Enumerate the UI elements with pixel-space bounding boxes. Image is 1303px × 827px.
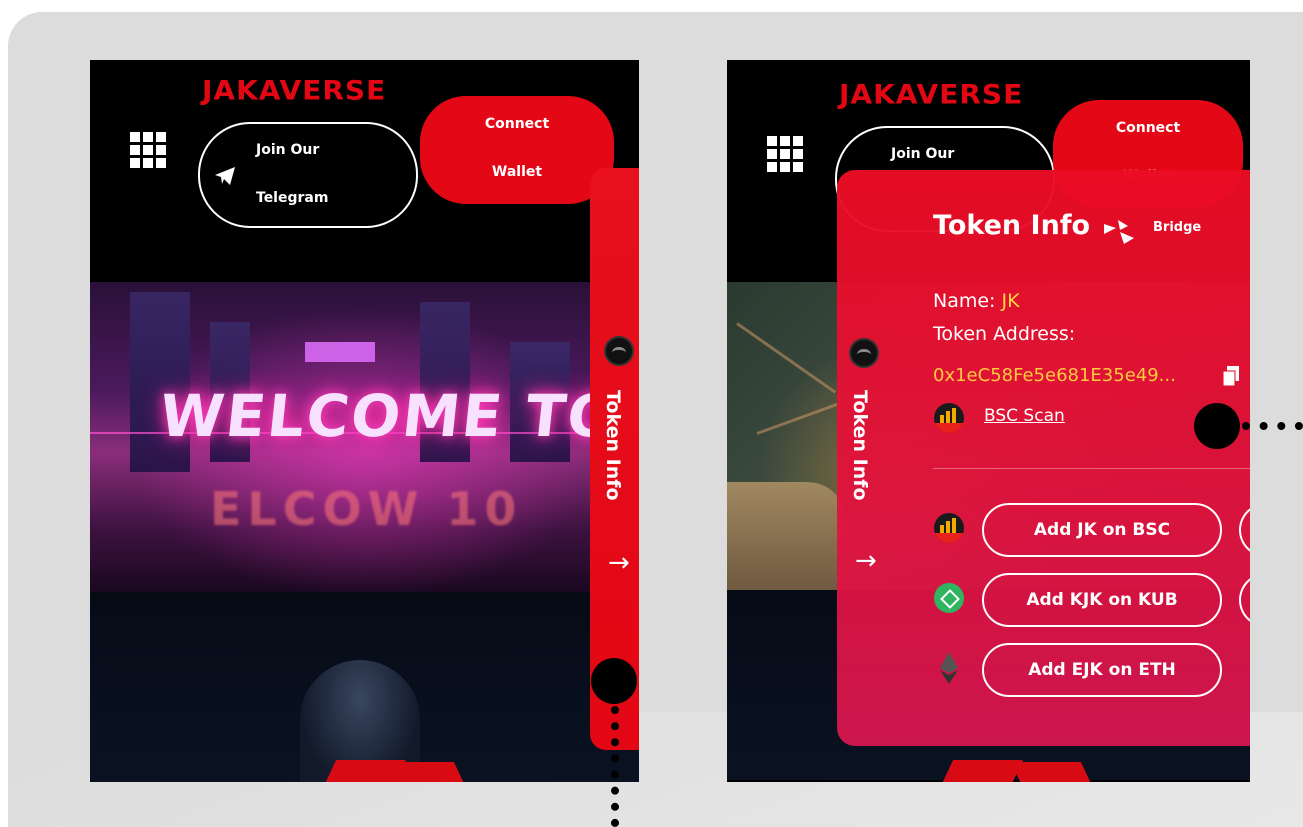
telegram-label-line1: Join Our	[891, 146, 955, 162]
phone-screen-expanded: JAKAVERSE Join Our Connect Wallet Token …	[727, 60, 1250, 782]
welcome-hero-video: WELCOME TO ELCOW 10	[90, 282, 639, 592]
annotation-dot	[591, 658, 637, 704]
annotation-dot	[1194, 403, 1240, 449]
add-kjk-kub-button[interactable]: Add KJK on KUB	[982, 573, 1222, 627]
add-ejk-eth-button[interactable]: Add EJK on ETH	[982, 643, 1222, 697]
menu-grid-icon[interactable]	[767, 136, 807, 176]
add-jk-bsc-button[interactable]: Add JK on BSC	[982, 503, 1222, 557]
annotation-dashed-line	[611, 706, 619, 827]
kub-icon	[934, 583, 964, 613]
token-name-row: Name: JK	[933, 290, 1020, 312]
annotation-dashed-line	[1242, 422, 1303, 430]
hero-billboard	[305, 342, 375, 362]
connect-label-line2: Wallet	[491, 164, 543, 180]
hero-welcome-text: WELCOME TO	[156, 382, 623, 450]
token-address-value[interactable]: 0x1eC58Fe5e681E35e49...	[933, 365, 1176, 386]
telegram-label-line2: Telegram	[256, 190, 329, 206]
bsc-icon	[934, 513, 964, 543]
hero-reflection-text: ELCOW 10	[210, 482, 523, 536]
menu-grid-icon[interactable]	[130, 132, 170, 172]
panel-side-label: Token Info	[849, 390, 871, 501]
telegram-label-line1: Join Our	[256, 142, 320, 158]
connect-label-line1: Connect	[1115, 120, 1181, 136]
eth-icon	[940, 652, 958, 684]
telegram-plane-icon	[215, 167, 235, 185]
character-red-accent	[383, 762, 467, 782]
partial-button[interactable]	[1239, 573, 1250, 627]
telegram-button[interactable]: Join Our Telegram	[198, 122, 418, 228]
panel-title: Token Info	[933, 210, 1091, 241]
bsc-scan-icon	[934, 403, 964, 433]
token-address-label: Token Address:	[933, 323, 1076, 345]
character-red-accent	[1010, 762, 1094, 782]
arrow-right-icon[interactable]: →	[855, 546, 877, 576]
side-tab-label: Token Info	[602, 390, 624, 501]
copy-icon[interactable]	[1223, 366, 1239, 386]
arrow-right-icon: →	[608, 548, 630, 578]
token-info-panel: Token Info → Token Info Bridge Name: JK …	[837, 170, 1250, 746]
jakaverse-token-icon	[604, 336, 634, 366]
jakaverse-logo: JAKAVERSE	[839, 78, 1024, 111]
partial-button[interactable]	[1239, 503, 1250, 557]
bsc-scan-link[interactable]: BSC Scan	[984, 406, 1065, 426]
token-name-value: JK	[1001, 290, 1020, 312]
jakaverse-logo: JAKAVERSE	[202, 74, 387, 107]
aerial-road	[736, 322, 837, 394]
aerial-beach	[727, 482, 847, 590]
connect-wallet-button[interactable]: Connect Wallet	[420, 96, 614, 204]
bridge-link[interactable]: Bridge	[1153, 220, 1201, 235]
phone-screen-collapsed: JAKAVERSE Join Our Telegram Connect Wall…	[90, 60, 639, 782]
panel-divider	[933, 468, 1250, 469]
bridge-icon[interactable]	[1102, 218, 1136, 246]
connect-label-line1: Connect	[484, 116, 550, 132]
token-name-label: Name:	[933, 290, 996, 312]
jakaverse-token-icon	[849, 338, 879, 368]
